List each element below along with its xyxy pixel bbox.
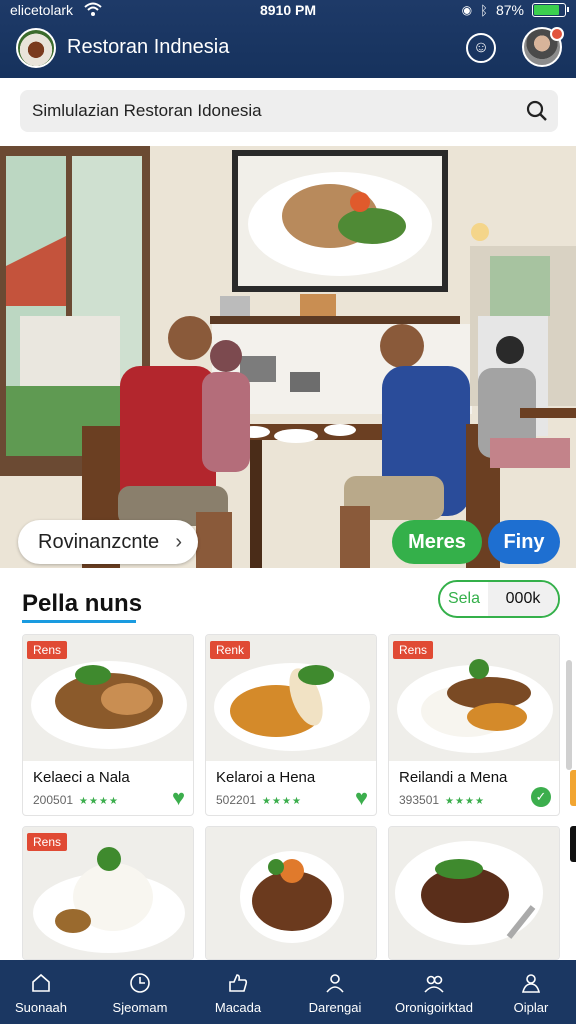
avatar[interactable] [522,27,564,67]
notification-dot [550,27,564,41]
card-meta: 502201 ★★★★ [216,793,302,807]
menu-card[interactable]: Rens [22,826,194,960]
battery-icon [532,3,569,17]
rating-stars: ★★★★ [79,796,119,807]
card-badge: Renk [210,641,251,659]
card-badge: Rens [27,641,68,659]
group-icon [423,972,445,994]
menu-card[interactable] [205,826,377,960]
card-title: Kelaeci a Nala [33,769,130,786]
hero-photo [0,146,576,568]
nav-item-oronigoirktad[interactable]: Oronigoirktad [384,960,484,1024]
card-meta: 200501 ★★★★ [33,793,119,807]
nav-label: Darengai [308,1000,362,1015]
menu-card[interactable]: Rens Kelaeci a Nala 200501 ★★★★ ♥ [22,634,194,816]
card-badge: Rens [27,833,68,851]
search-input[interactable]: Simlulazian Restoran Idonesia [20,90,558,132]
side-tab-orange[interactable] [570,770,576,806]
nav-label: Macada [214,1000,262,1015]
nav-item-suonaah[interactable]: Suonaah [0,960,82,1024]
dish-image [389,827,559,959]
check-icon[interactable]: ✓ [531,787,551,807]
home-icon [30,972,52,994]
restaurant-logo[interactable] [16,28,56,68]
nav-item-darengai[interactable]: Darengai [290,960,380,1024]
province-selector[interactable]: Rovinanzcnte › [18,520,198,564]
menu-card[interactable]: Rens Reilandi a Mena 393501 ★★★★ ✓ [388,634,560,816]
nav-label: Suonaah [14,1000,68,1015]
person-icon [324,972,346,994]
dish-image [206,827,376,959]
toggle-option-sela[interactable]: Sela [440,582,488,616]
chevron-right-icon: › [175,531,182,553]
card-title: Kelaroi a Hena [216,769,316,786]
card-code: 502201 [216,793,257,807]
nav-label: Sjeomam [112,1000,168,1015]
toggle-option-000k[interactable]: 000k [488,582,558,616]
card-meta: 393501 ★★★★ [399,793,485,807]
battery-percent: 87% [495,2,524,18]
bluetooth-icon: ᛒ [480,2,488,18]
nav-label: Oiplar [513,1000,549,1015]
section-underline [22,620,136,623]
menu-card[interactable] [388,826,560,960]
profile-icon [520,972,542,994]
restaurant-scene-image [0,146,576,568]
bottom-navigation: Suonaah Sjeomam Macada Darengai Oronigoi… [0,960,576,1024]
search-text: Simlulazian Restoran Idonesia [32,101,262,120]
meres-button[interactable]: Meres [392,520,482,564]
section-title: Pella nuns [22,590,143,617]
finy-button[interactable]: Finy [488,520,560,564]
nav-item-oiplar[interactable]: Oiplar [494,960,568,1024]
side-tab-dark[interactable] [570,826,576,862]
heart-icon[interactable]: ♥ [355,785,368,811]
card-badge: Rens [393,641,434,659]
compass-icon [129,972,151,994]
heart-icon[interactable]: ♥ [172,785,185,811]
menu-card[interactable]: Renk Kelaroi a Hena 502201 ★★★★ ♥ [205,634,377,816]
app-bar: elicetolark 8910 PM ◉ ᛒ 87% Restoran Ind… [0,0,576,78]
province-label: Rovinanzcnte [38,531,160,553]
search-section: Simlulazian Restoran Idonesia [0,78,576,146]
nav-item-macada[interactable]: Macada [196,960,280,1024]
status-right: ◉ ᛒ 87% [461,2,569,18]
assistant-icon[interactable]: ☺ [466,33,496,63]
page-title: Restoran Indnesia [67,36,230,58]
view-toggle[interactable]: Sela 000k [438,580,560,618]
location-icon: ◉ [461,3,473,17]
search-icon[interactable] [526,100,548,122]
card-code: 393501 [399,793,440,807]
scrollbar[interactable] [566,660,572,770]
thumb-icon [227,972,249,994]
rating-stars: ★★★★ [262,796,302,807]
nav-item-sjeomam[interactable]: Sjeomam [92,960,188,1024]
card-title: Reilandi a Mena [399,769,508,786]
card-code: 200501 [33,793,74,807]
status-bar: elicetolark 8910 PM ◉ ᛒ 87% [0,0,576,20]
nav-label: Oronigoirktad [394,1000,474,1015]
rating-stars: ★★★★ [445,796,485,807]
